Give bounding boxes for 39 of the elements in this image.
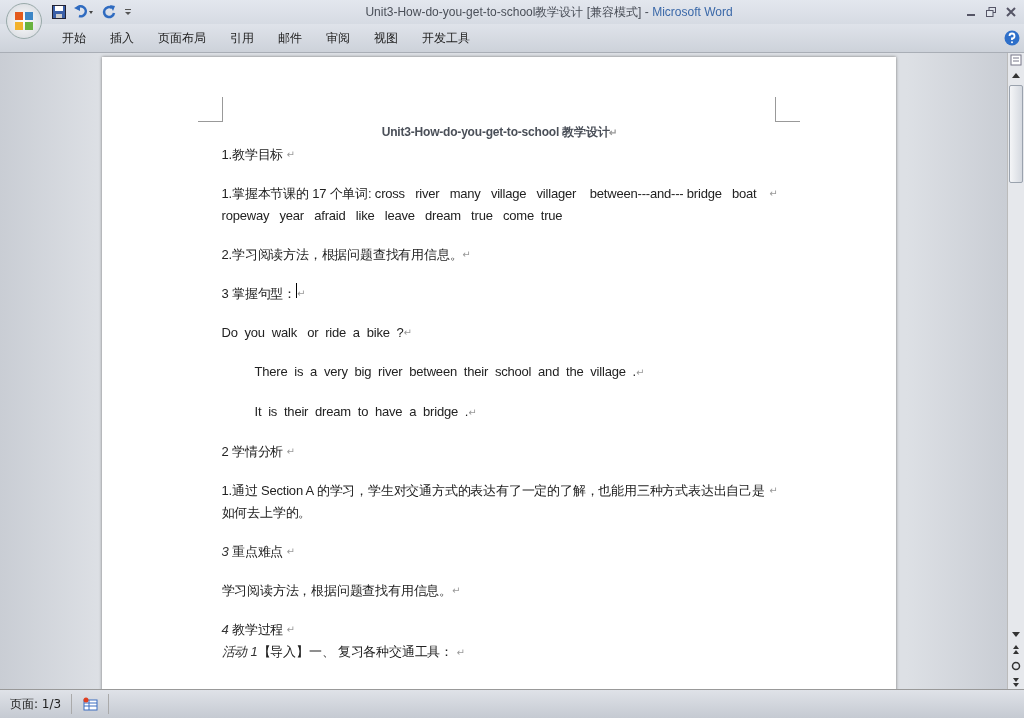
save-icon[interactable]: [52, 5, 66, 19]
ribbon-tab[interactable]: 审阅: [314, 25, 362, 51]
ribbon-tab[interactable]: 插入: [98, 25, 146, 51]
ribbon-tab[interactable]: 引用: [218, 25, 266, 51]
document-paragraph: 3 重点难点 ↵: [221, 543, 296, 561]
window-title: Unit3-How-do-you-get-to-school教学设计 [兼容模式] - Microsoft Word: [364, 3, 734, 21]
document-paragraph: There is a very big river between their school and the village .↵: [253, 363, 646, 381]
document-paragraph: 活动 1【导入】一、 复习各种交通工具： ↵: [221, 643, 466, 661]
ruler-toggle-icon[interactable]: [1009, 53, 1023, 67]
close-icon[interactable]: [1006, 7, 1016, 17]
ribbon-tab[interactable]: 开发工具: [410, 25, 482, 51]
document-paragraph: Do you walk or ride a bike ?↵: [221, 324, 413, 342]
office-button[interactable]: [6, 3, 42, 39]
redo-icon[interactable]: [102, 5, 116, 19]
office-logo-icon: [14, 11, 34, 31]
document-paragraph: 3 掌握句型：↵: [221, 283, 778, 305]
ribbon-tab[interactable]: 邮件: [266, 25, 314, 51]
document-paragraph: 1.通过 Section A 的学习，学生对交通方式的表达有了一定的了解，也能用三种方式表达出自己是如何去上学的。 ↵: [221, 482, 778, 522]
document-paragraph: 学习阅读方法，根据问题查找有用信息。↵: [221, 582, 462, 600]
page-count[interactable]: 页面: 1/3: [0, 694, 73, 714]
help-icon[interactable]: [1004, 30, 1020, 46]
restore-icon[interactable]: [986, 7, 996, 17]
document-paragraph: 1.教学目标 ↵: [221, 146, 296, 164]
document-paragraph: 1.掌握本节课的 17 个单词: cross river many village villager between---and--- bridge boat ropeway year afraid like leave dream true come true ↵: [221, 185, 778, 225]
proofing-icon[interactable]: [82, 697, 99, 711]
crop-mark: [774, 97, 800, 122]
customize-icon[interactable]: [124, 7, 132, 17]
crop-mark: [197, 97, 223, 122]
ribbon-tab[interactable]: 页面布局: [146, 25, 218, 51]
document-paragraph: It is their dream to have a bridge .↵: [253, 403, 478, 421]
ribbon-tab[interactable]: 开始: [50, 25, 98, 51]
document-title: Unit3-How-do-you-get-to-school 教学设计↵: [380, 124, 619, 141]
scroll-thumb[interactable]: [1009, 85, 1023, 183]
document-paragraph: 2 学情分析 ↵: [221, 443, 296, 461]
document-paragraph: 4 教学过程 ↵: [221, 621, 296, 639]
undo-icon[interactable]: [74, 5, 94, 19]
ribbon-tab[interactable]: 视图: [362, 25, 410, 51]
document-paragraph: 2.学习阅读方法，根据问题查找有用信息。↵: [221, 246, 472, 264]
browse-object-icon[interactable]: [1009, 659, 1023, 673]
